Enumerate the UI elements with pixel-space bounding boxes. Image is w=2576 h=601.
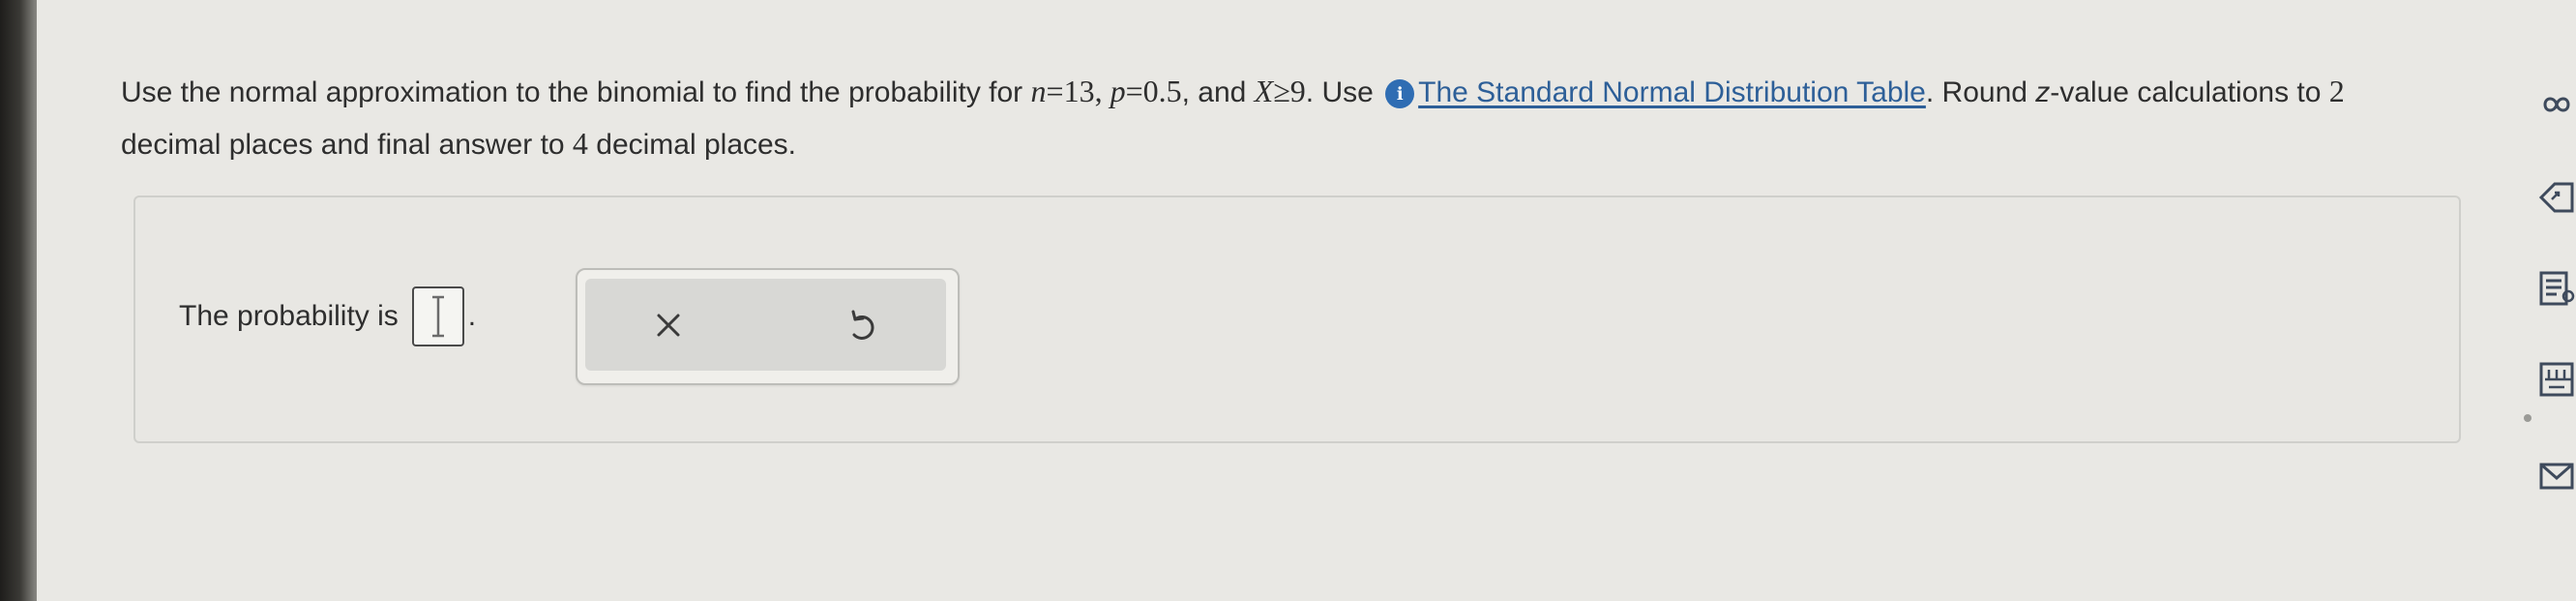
use-text: . Use bbox=[1305, 76, 1382, 108]
question-intro: Use the normal approximation to the bino… bbox=[121, 76, 1031, 108]
final-text: decimal places. bbox=[587, 129, 797, 161]
mail-icon[interactable] bbox=[2537, 457, 2576, 496]
answer-tools-inner bbox=[585, 279, 946, 371]
x-condition: X≥9 bbox=[1254, 74, 1306, 108]
and-text: , and bbox=[1181, 76, 1255, 108]
infinity-icon[interactable] bbox=[2537, 85, 2576, 124]
round-text: . Round bbox=[1925, 76, 2036, 108]
z-variable: z bbox=[2035, 76, 2051, 108]
tag-icon[interactable] bbox=[2537, 178, 2576, 217]
n-expression: n=13, p=0.5 bbox=[1030, 74, 1182, 108]
decimals-text: decimal places and final answer to bbox=[121, 129, 573, 161]
decimal-count-z: 2 bbox=[2328, 74, 2345, 108]
calculator-icon[interactable] bbox=[2537, 360, 2576, 399]
text-cursor-icon bbox=[431, 295, 444, 338]
undo-button[interactable] bbox=[837, 300, 887, 350]
separator-dot bbox=[2524, 414, 2532, 422]
answer-line: The probability is . bbox=[179, 286, 476, 346]
info-icon[interactable]: ℹ bbox=[1385, 79, 1415, 108]
answer-prompt: The probability is bbox=[179, 300, 399, 332]
answer-card bbox=[133, 195, 2461, 443]
decimal-count-final: 4 bbox=[572, 126, 588, 161]
window-edge bbox=[0, 0, 37, 601]
question-text: Use the normal approximation to the bino… bbox=[121, 66, 2404, 170]
answer-period: . bbox=[467, 300, 477, 332]
probability-input[interactable] bbox=[411, 286, 464, 346]
undo-icon bbox=[851, 310, 874, 340]
close-icon bbox=[657, 314, 680, 337]
answer-tools-panel bbox=[576, 268, 960, 385]
clear-button[interactable] bbox=[643, 300, 694, 350]
standard-normal-table-link[interactable]: The Standard Normal Distribution Table bbox=[1418, 76, 1926, 108]
notes-icon[interactable] bbox=[2537, 269, 2576, 308]
question-rest: -value calculations to bbox=[2050, 76, 2329, 108]
